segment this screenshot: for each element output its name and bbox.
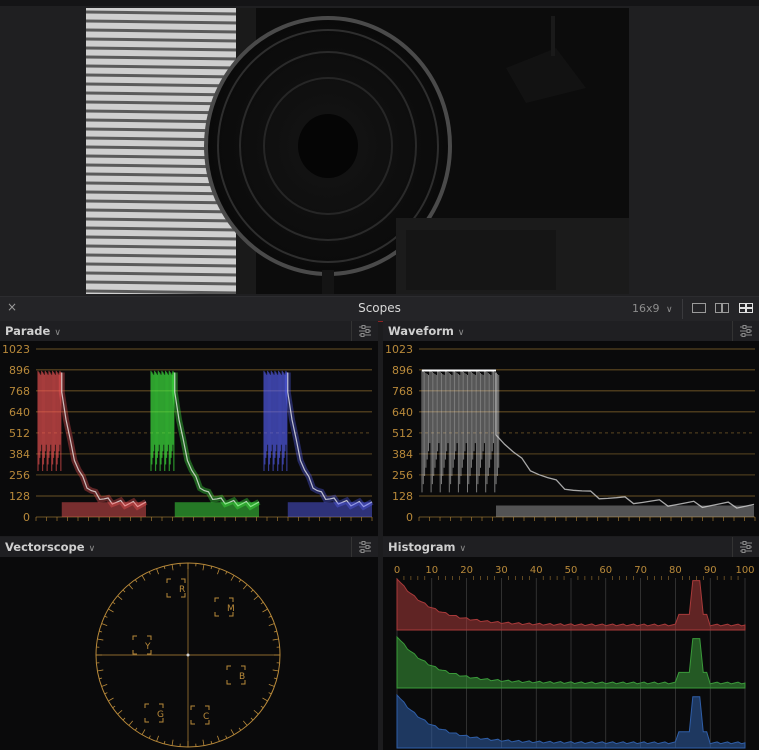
vectorscope-graph: R M B C G Y (95, 562, 281, 748)
histogram-graph: 0 10 20 30 40 50 60 70 80 90 100 (394, 565, 755, 749)
scale-tick-label: 1023 (2, 343, 30, 356)
target-m: M (214, 597, 235, 617)
target-r: R (166, 578, 186, 598)
parade-panel: Parade ∨ 1023 896 768 640 512 384 256 128 0 (0, 321, 378, 536)
hist-tick-label: 30 (495, 565, 508, 576)
resolution-dropdown[interactable]: 16x9 ∨ (632, 302, 673, 315)
chevron-down-icon: ∨ (459, 544, 467, 554)
frame-image (86, 8, 629, 294)
scale-tick-label: 0 (23, 511, 30, 524)
dual-layout-icon[interactable] (715, 303, 729, 313)
vectorscope-title: Vectorscope (5, 540, 85, 554)
hist-tick-label: 0 (394, 565, 400, 576)
sliders-icon (740, 325, 752, 337)
scopes-header-bar: × Scopes 16x9 ∨ (0, 296, 759, 322)
parade-trace (150, 370, 261, 517)
scale-tick-label: 768 (9, 385, 30, 398)
vectorscope-header: Vectorscope ∨ (0, 537, 378, 557)
target-b: B (226, 665, 246, 685)
parade-graph: 1023 896 768 640 512 384 256 128 0 (2, 343, 374, 524)
hist-tick-label: 100 (735, 565, 754, 576)
histogram-title-dropdown[interactable]: Histogram ∨ (388, 540, 466, 554)
quad-layout-icon[interactable] (739, 303, 753, 313)
waveform-title-dropdown[interactable]: Waveform ∨ (388, 324, 464, 338)
target-c: C (190, 705, 210, 725)
parade-trace (263, 370, 374, 517)
scale-tick-label: 640 (392, 406, 413, 419)
waveform-panel: Waveform ∨ 1023 896 768 640 512 384 256 128 0 (383, 321, 759, 536)
vectorscope-panel: Vectorscope ∨ R M B C G Y (0, 537, 378, 750)
histogram-panel: Histogram ∨ 0 10 20 30 40 50 60 70 80 90 100 (383, 537, 759, 750)
hist-tick-label: 50 (565, 565, 578, 576)
scale-tick-label: 256 (9, 469, 30, 482)
scale-tick-label: 640 (9, 406, 30, 419)
svg-text:R: R (179, 585, 185, 595)
vectorscope-settings-button[interactable] (351, 537, 378, 557)
histogram-settings-button[interactable] (732, 537, 759, 557)
parade-title: Parade (5, 324, 51, 338)
scale-tick-label: 768 (392, 385, 413, 398)
target-g: G (144, 703, 164, 723)
scale-tick-label: 384 (392, 448, 413, 461)
hist-tick-label: 80 (669, 565, 682, 576)
viewer-panel (0, 0, 759, 296)
svg-text:G: G (157, 710, 164, 720)
waveform-header: Waveform ∨ (383, 321, 759, 341)
hist-tick-label: 20 (460, 565, 473, 576)
scale-tick-label: 256 (392, 469, 413, 482)
chevron-down-icon: ∨ (88, 544, 96, 554)
hist-tick-label: 40 (530, 565, 543, 576)
waveform-trace (421, 369, 755, 517)
parade-header: Parade ∨ (0, 321, 378, 341)
scale-tick-label: 896 (392, 364, 413, 377)
parade-title-dropdown[interactable]: Parade ∨ (5, 324, 61, 338)
scale-tick-label: 896 (9, 364, 30, 377)
vectorscope-title-dropdown[interactable]: Vectorscope ∨ (5, 540, 95, 554)
resolution-value: 16x9 (632, 302, 660, 315)
sliders-icon (359, 325, 371, 337)
sliders-icon (740, 541, 752, 553)
waveform-title: Waveform (388, 324, 454, 338)
scale-tick-label: 384 (9, 448, 30, 461)
waveform-settings-button[interactable] (732, 321, 759, 341)
svg-text:Y: Y (144, 642, 151, 652)
svg-text:B: B (239, 672, 245, 682)
scale-tick-label: 512 (392, 427, 413, 440)
scale-tick-label: 512 (9, 427, 30, 440)
scale-tick-label: 128 (9, 490, 30, 503)
parade-trace (37, 370, 148, 517)
viewer-top-bar (0, 0, 759, 6)
chevron-down-icon: ∨ (457, 328, 465, 338)
video-frame[interactable] (86, 8, 629, 294)
hist-tick-label: 60 (599, 565, 612, 576)
scale-tick-label: 0 (406, 511, 413, 524)
svg-text:M: M (227, 604, 235, 614)
histogram-title: Histogram (388, 540, 456, 554)
sliders-icon (359, 541, 371, 553)
hist-tick-label: 10 (425, 565, 438, 576)
chevron-down-icon: ∨ (54, 328, 61, 338)
svg-text:C: C (203, 712, 209, 722)
hist-tick-label: 90 (704, 565, 717, 576)
chevron-down-icon: ∨ (666, 305, 673, 315)
waveform-graph: 1023 896 768 640 512 384 256 128 0 (385, 343, 756, 524)
scale-tick-label: 1023 (385, 343, 413, 356)
histogram-header: Histogram ∨ (383, 537, 759, 557)
parade-settings-button[interactable] (351, 321, 378, 341)
target-y: Y (132, 635, 152, 655)
single-layout-icon[interactable] (692, 303, 706, 313)
scale-tick-label: 128 (392, 490, 413, 503)
hist-tick-label: 70 (634, 565, 647, 576)
header-divider (682, 299, 683, 319)
